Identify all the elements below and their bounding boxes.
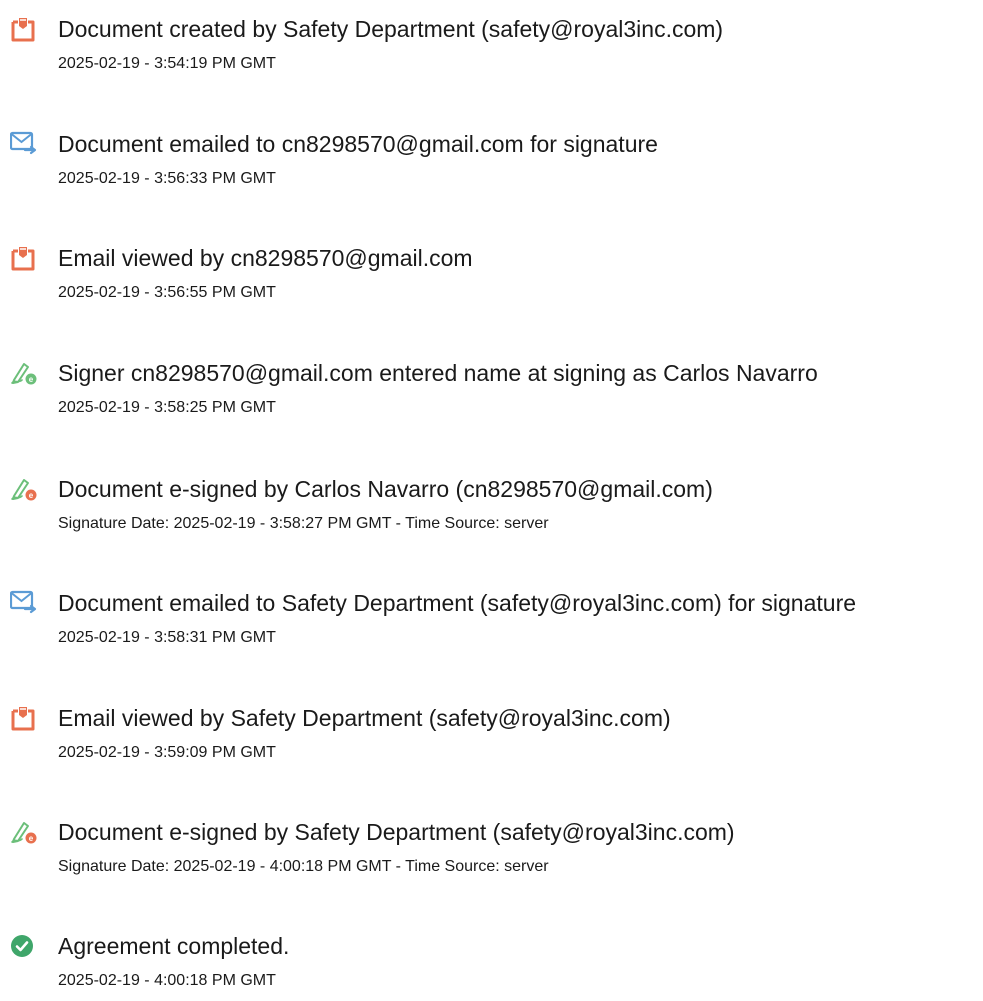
svg-text:e: e <box>29 834 34 843</box>
audit-event-document-created: Document created by Safety Department (s… <box>0 14 983 84</box>
event-signature-date: Signature Date: 2025-02-19 - 4:00:18 PM … <box>58 858 549 875</box>
document-icon <box>10 245 38 271</box>
event-timestamp: 2025-02-19 - 3:54:19 PM GMT <box>58 55 276 72</box>
svg-text:e: e <box>29 491 34 500</box>
audit-event-agreement-completed: Agreement completed. 2025-02-19 - 4:00:1… <box>0 931 983 1001</box>
e-sign-pen-icon: e <box>10 819 38 845</box>
checkmark-circle-icon <box>10 933 38 959</box>
document-icon <box>10 705 38 731</box>
e-sign-pen-icon: e <box>10 476 38 502</box>
event-title: Agreement completed. <box>58 933 290 959</box>
audit-event-name-entered: e Signer cn8298570@gmail.com entered nam… <box>0 358 983 428</box>
event-timestamp: 2025-02-19 - 3:56:33 PM GMT <box>58 170 276 187</box>
event-timestamp: 2025-02-19 - 3:58:25 PM GMT <box>58 399 276 416</box>
event-title: Document e-signed by Safety Department (… <box>58 819 735 845</box>
e-sign-pen-icon: e <box>10 360 38 386</box>
event-title: Document emailed to cn8298570@gmail.com … <box>58 131 658 157</box>
email-sent-icon <box>10 131 38 157</box>
audit-event-document-emailed: Document emailed to Safety Department (s… <box>0 588 983 658</box>
audit-event-e-signed: e Document e-signed by Carlos Navarro (c… <box>0 474 983 544</box>
audit-event-email-viewed: Email viewed by cn8298570@gmail.com 2025… <box>0 243 983 313</box>
event-signature-date: Signature Date: 2025-02-19 - 3:58:27 PM … <box>58 515 549 532</box>
document-icon <box>10 16 38 42</box>
event-title: Email viewed by cn8298570@gmail.com <box>58 245 473 271</box>
event-timestamp: 2025-02-19 - 3:56:55 PM GMT <box>58 284 276 301</box>
email-sent-icon <box>10 590 38 616</box>
event-timestamp: 2025-02-19 - 4:00:18 PM GMT <box>58 972 276 989</box>
event-title: Document e-signed by Carlos Navarro (cn8… <box>58 476 713 502</box>
event-title: Email viewed by Safety Department (safet… <box>58 705 671 731</box>
audit-event-e-signed: e Document e-signed by Safety Department… <box>0 817 983 887</box>
audit-event-email-viewed: Email viewed by Safety Department (safet… <box>0 703 983 773</box>
event-title: Document emailed to Safety Department (s… <box>58 590 857 616</box>
event-title: Document created by Safety Department (s… <box>58 16 724 42</box>
event-timestamp: 2025-02-19 - 3:58:31 PM GMT <box>58 629 276 646</box>
svg-text:e: e <box>29 375 34 384</box>
event-timestamp: 2025-02-19 - 3:59:09 PM GMT <box>58 744 276 761</box>
audit-event-document-emailed: Document emailed to cn8298570@gmail.com … <box>0 129 983 199</box>
event-title: Signer cn8298570@gmail.com entered name … <box>58 360 818 386</box>
